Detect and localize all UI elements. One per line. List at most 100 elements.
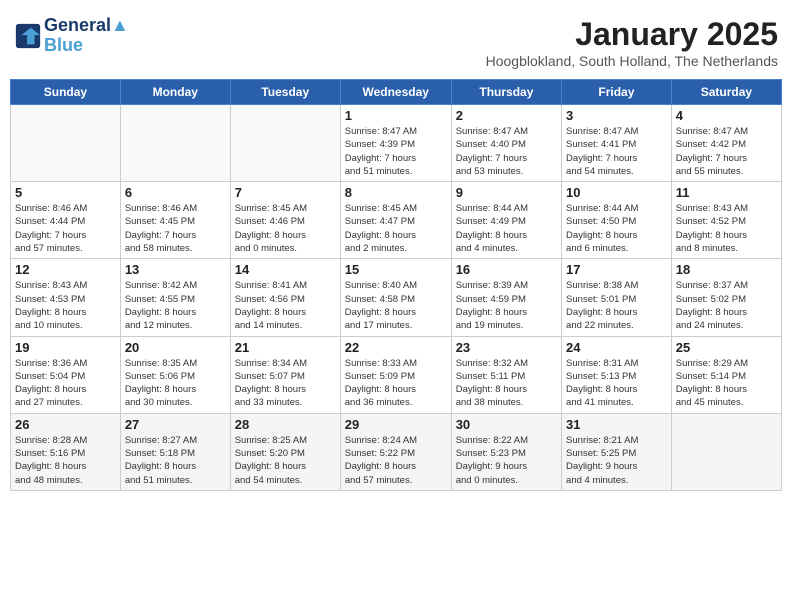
day-info: Sunrise: 8:47 AM Sunset: 4:41 PM Dayligh…	[566, 125, 667, 178]
day-info: Sunrise: 8:27 AM Sunset: 5:18 PM Dayligh…	[125, 434, 226, 487]
day-number: 27	[125, 417, 226, 432]
day-info: Sunrise: 8:29 AM Sunset: 5:14 PM Dayligh…	[676, 357, 777, 410]
day-info: Sunrise: 8:25 AM Sunset: 5:20 PM Dayligh…	[235, 434, 336, 487]
page-header: General▲ Blue January 2025 Hoogblokland,…	[10, 10, 782, 75]
calendar-cell: 15Sunrise: 8:40 AM Sunset: 4:58 PM Dayli…	[340, 259, 451, 336]
calendar-cell	[671, 413, 781, 490]
day-number: 8	[345, 185, 447, 200]
day-info: Sunrise: 8:40 AM Sunset: 4:58 PM Dayligh…	[345, 279, 447, 332]
calendar-cell	[120, 105, 230, 182]
weekday-header-monday: Monday	[120, 80, 230, 105]
calendar-cell: 5 Sunrise: 8:46 AM Sunset: 4:44 PM Daylig…	[11, 182, 121, 259]
calendar-cell: 24 Sunrise: 8:31 AM Sunset: 5:13 PM Dayli…	[562, 336, 672, 413]
day-number: 4	[676, 108, 777, 123]
day-info: Sunrise: 8:32 AM Sunset: 5:11 PM Dayligh…	[456, 357, 557, 410]
day-info: Sunrise: 8:39 AM Sunset: 4:59 PM Dayligh…	[456, 279, 557, 332]
day-info: Sunrise: 8:41 AM Sunset: 4:56 PM Dayligh…	[235, 279, 336, 332]
day-info: Sunrise: 8:24 AM Sunset: 5:22 PM Dayligh…	[345, 434, 447, 487]
calendar-cell: 22Sunrise: 8:33 AM Sunset: 5:09 PM Dayli…	[340, 336, 451, 413]
day-info: Sunrise: 8:37 AM Sunset: 5:02 PM Dayligh…	[676, 279, 777, 332]
day-info: Sunrise: 8:45 AM Sunset: 4:47 PM Dayligh…	[345, 202, 447, 255]
day-info: Sunrise: 8:43 AM Sunset: 4:53 PM Dayligh…	[15, 279, 116, 332]
day-number: 25	[676, 340, 777, 355]
logo-icon	[14, 22, 42, 50]
day-number: 20	[125, 340, 226, 355]
day-number: 26	[15, 417, 116, 432]
weekday-header-friday: Friday	[562, 80, 672, 105]
day-info: Sunrise: 8:47 AM Sunset: 4:40 PM Dayligh…	[456, 125, 557, 178]
calendar-cell: 6Sunrise: 8:46 AM Sunset: 4:45 PM Daylig…	[120, 182, 230, 259]
month-title: January 2025	[486, 16, 778, 53]
day-number: 31	[566, 417, 667, 432]
day-number: 2	[456, 108, 557, 123]
day-number: 24	[566, 340, 667, 355]
day-number: 1	[345, 108, 447, 123]
calendar-cell: 8 Sunrise: 8:45 AM Sunset: 4:47 PM Daylig…	[340, 182, 451, 259]
day-info: Sunrise: 8:34 AM Sunset: 5:07 PM Dayligh…	[235, 357, 336, 410]
day-info: Sunrise: 8:36 AM Sunset: 5:04 PM Dayligh…	[15, 357, 116, 410]
calendar-cell: 18 Sunrise: 8:37 AM Sunset: 5:02 PM Dayli…	[671, 259, 781, 336]
calendar-cell: 10 Sunrise: 8:44 AM Sunset: 4:50 PM Dayli…	[562, 182, 672, 259]
week-row-2: 5 Sunrise: 8:46 AM Sunset: 4:44 PM Daylig…	[11, 182, 782, 259]
calendar-cell: 4 Sunrise: 8:47 AM Sunset: 4:42 PM Daylig…	[671, 105, 781, 182]
day-number: 5	[15, 185, 116, 200]
day-info: Sunrise: 8:31 AM Sunset: 5:13 PM Dayligh…	[566, 357, 667, 410]
weekday-header-thursday: Thursday	[451, 80, 561, 105]
title-block: January 2025 Hoogblokland, South Holland…	[486, 16, 778, 69]
day-number: 17	[566, 262, 667, 277]
weekday-header-tuesday: Tuesday	[230, 80, 340, 105]
weekday-header-row: SundayMondayTuesdayWednesdayThursdayFrid…	[11, 80, 782, 105]
calendar-cell: 27 Sunrise: 8:27 AM Sunset: 5:18 PM Dayli…	[120, 413, 230, 490]
calendar-cell: 14 Sunrise: 8:41 AM Sunset: 4:56 PM Dayli…	[230, 259, 340, 336]
week-row-3: 12 Sunrise: 8:43 AM Sunset: 4:53 PM Dayli…	[11, 259, 782, 336]
day-number: 19	[15, 340, 116, 355]
day-number: 10	[566, 185, 667, 200]
day-info: Sunrise: 8:38 AM Sunset: 5:01 PM Dayligh…	[566, 279, 667, 332]
calendar-cell: 13 Sunrise: 8:42 AM Sunset: 4:55 PM Dayli…	[120, 259, 230, 336]
calendar-cell: 30 Sunrise: 8:22 AM Sunset: 5:23 PM Dayli…	[451, 413, 561, 490]
week-row-4: 19 Sunrise: 8:36 AM Sunset: 5:04 PM Dayli…	[11, 336, 782, 413]
calendar-cell	[11, 105, 121, 182]
day-number: 22	[345, 340, 447, 355]
day-info: Sunrise: 8:44 AM Sunset: 4:49 PM Dayligh…	[456, 202, 557, 255]
day-number: 23	[456, 340, 557, 355]
day-number: 21	[235, 340, 336, 355]
day-info: Sunrise: 8:42 AM Sunset: 4:55 PM Dayligh…	[125, 279, 226, 332]
day-number: 13	[125, 262, 226, 277]
day-info: Sunrise: 8:46 AM Sunset: 4:45 PM Dayligh…	[125, 202, 226, 255]
calendar-cell	[230, 105, 340, 182]
day-number: 16	[456, 262, 557, 277]
day-info: Sunrise: 8:22 AM Sunset: 5:23 PM Dayligh…	[456, 434, 557, 487]
day-info: Sunrise: 8:47 AM Sunset: 4:42 PM Dayligh…	[676, 125, 777, 178]
day-number: 3	[566, 108, 667, 123]
day-info: Sunrise: 8:47 AM Sunset: 4:39 PM Dayligh…	[345, 125, 447, 178]
day-number: 12	[15, 262, 116, 277]
calendar-cell: 11Sunrise: 8:43 AM Sunset: 4:52 PM Dayli…	[671, 182, 781, 259]
location-title: Hoogblokland, South Holland, The Netherl…	[486, 53, 778, 69]
day-number: 14	[235, 262, 336, 277]
day-info: Sunrise: 8:46 AM Sunset: 4:44 PM Dayligh…	[15, 202, 116, 255]
day-info: Sunrise: 8:44 AM Sunset: 4:50 PM Dayligh…	[566, 202, 667, 255]
weekday-header-saturday: Saturday	[671, 80, 781, 105]
day-number: 29	[345, 417, 447, 432]
calendar-cell: 1 Sunrise: 8:47 AM Sunset: 4:39 PM Daylig…	[340, 105, 451, 182]
calendar-cell: 21 Sunrise: 8:34 AM Sunset: 5:07 PM Dayli…	[230, 336, 340, 413]
week-row-1: 1 Sunrise: 8:47 AM Sunset: 4:39 PM Daylig…	[11, 105, 782, 182]
calendar-cell: 3 Sunrise: 8:47 AM Sunset: 4:41 PM Daylig…	[562, 105, 672, 182]
day-info: Sunrise: 8:43 AM Sunset: 4:52 PM Dayligh…	[676, 202, 777, 255]
day-info: Sunrise: 8:45 AM Sunset: 4:46 PM Dayligh…	[235, 202, 336, 255]
calendar-cell: 9Sunrise: 8:44 AM Sunset: 4:49 PM Daylig…	[451, 182, 561, 259]
calendar-table: SundayMondayTuesdayWednesdayThursdayFrid…	[10, 79, 782, 491]
calendar-cell: 26 Sunrise: 8:28 AM Sunset: 5:16 PM Dayli…	[11, 413, 121, 490]
calendar-cell: 23 Sunrise: 8:32 AM Sunset: 5:11 PM Dayli…	[451, 336, 561, 413]
calendar-cell: 16 Sunrise: 8:39 AM Sunset: 4:59 PM Dayli…	[451, 259, 561, 336]
calendar-cell: 2 Sunrise: 8:47 AM Sunset: 4:40 PM Daylig…	[451, 105, 561, 182]
day-number: 28	[235, 417, 336, 432]
day-info: Sunrise: 8:28 AM Sunset: 5:16 PM Dayligh…	[15, 434, 116, 487]
calendar-cell: 25 Sunrise: 8:29 AM Sunset: 5:14 PM Dayli…	[671, 336, 781, 413]
week-row-5: 26 Sunrise: 8:28 AM Sunset: 5:16 PM Dayli…	[11, 413, 782, 490]
calendar-cell: 17 Sunrise: 8:38 AM Sunset: 5:01 PM Dayli…	[562, 259, 672, 336]
day-number: 30	[456, 417, 557, 432]
day-number: 18	[676, 262, 777, 277]
calendar-cell: 19 Sunrise: 8:36 AM Sunset: 5:04 PM Dayli…	[11, 336, 121, 413]
